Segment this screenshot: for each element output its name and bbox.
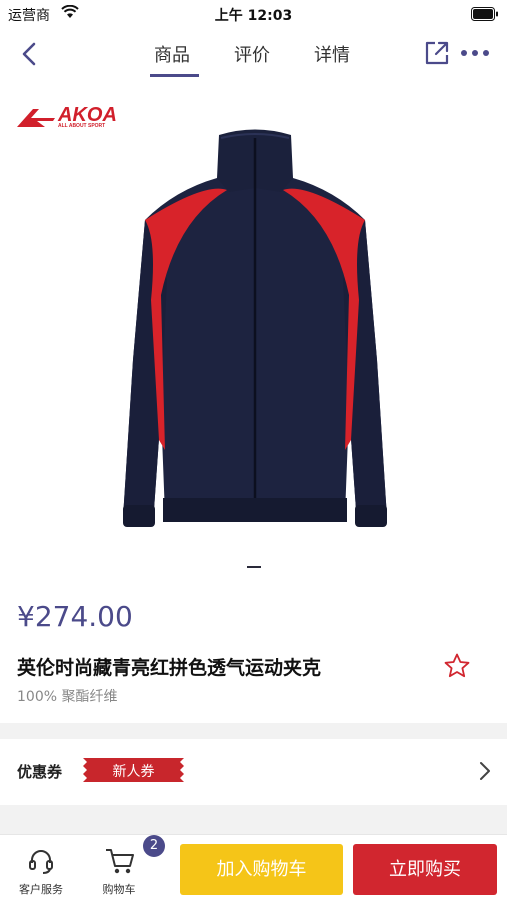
nav-bar: 商品 评价 详情 xyxy=(0,30,507,80)
brand-tagline: ALL ABOUT SPORT xyxy=(58,123,106,129)
tab-product[interactable]: 商品 xyxy=(154,41,190,67)
cart-label: 购物车 xyxy=(102,883,136,896)
buy-now-button[interactable]: 立即购买 xyxy=(353,844,497,895)
customer-service-button[interactable]: 客户服务 xyxy=(6,835,76,900)
product-jacket-image xyxy=(123,129,387,527)
favorite-star-icon[interactable] xyxy=(443,652,471,680)
product-subtitle: 100% 聚酯纤维 xyxy=(17,689,118,705)
tab-detail[interactable]: 详情 xyxy=(314,41,350,67)
cart-count-badge: 2 xyxy=(143,835,165,857)
product-price: ¥274.00 xyxy=(17,600,133,633)
back-icon[interactable] xyxy=(18,40,44,68)
active-tab-indicator xyxy=(150,74,199,77)
add-to-cart-button[interactable]: 加入购物车 xyxy=(180,844,343,895)
customer-service-label: 客户服务 xyxy=(19,883,63,896)
headset-icon xyxy=(29,850,53,874)
coupon-badge: 新人券 xyxy=(83,758,184,782)
more-icon[interactable] xyxy=(460,49,490,57)
coupon-badge-text: 新人券 xyxy=(112,764,155,780)
product-title: 英伦时尚藏青亮红拼色透气运动夹克 xyxy=(17,657,322,679)
coupon-row[interactable]: 优惠券 新人券 xyxy=(0,739,507,805)
product-image-carousel[interactable]: AKOA ALL ABOUT SPORT xyxy=(0,80,507,583)
status-time: 上午 12:03 xyxy=(214,8,293,24)
product-info: ¥274.00 英伦时尚藏青亮红拼色透气运动夹克 100% 聚酯纤维 xyxy=(0,583,507,723)
brand-logo-icon xyxy=(17,109,55,127)
chevron-right-icon xyxy=(480,762,490,780)
battery-icon xyxy=(471,7,498,21)
cart-icon xyxy=(106,849,134,874)
status-bar: 运营商 上午 12:03 xyxy=(0,0,507,30)
coupon-label: 优惠券 xyxy=(17,763,63,781)
tab-review[interactable]: 评价 xyxy=(234,41,270,67)
share-icon[interactable] xyxy=(424,40,450,66)
image-page-indicator xyxy=(247,566,261,568)
